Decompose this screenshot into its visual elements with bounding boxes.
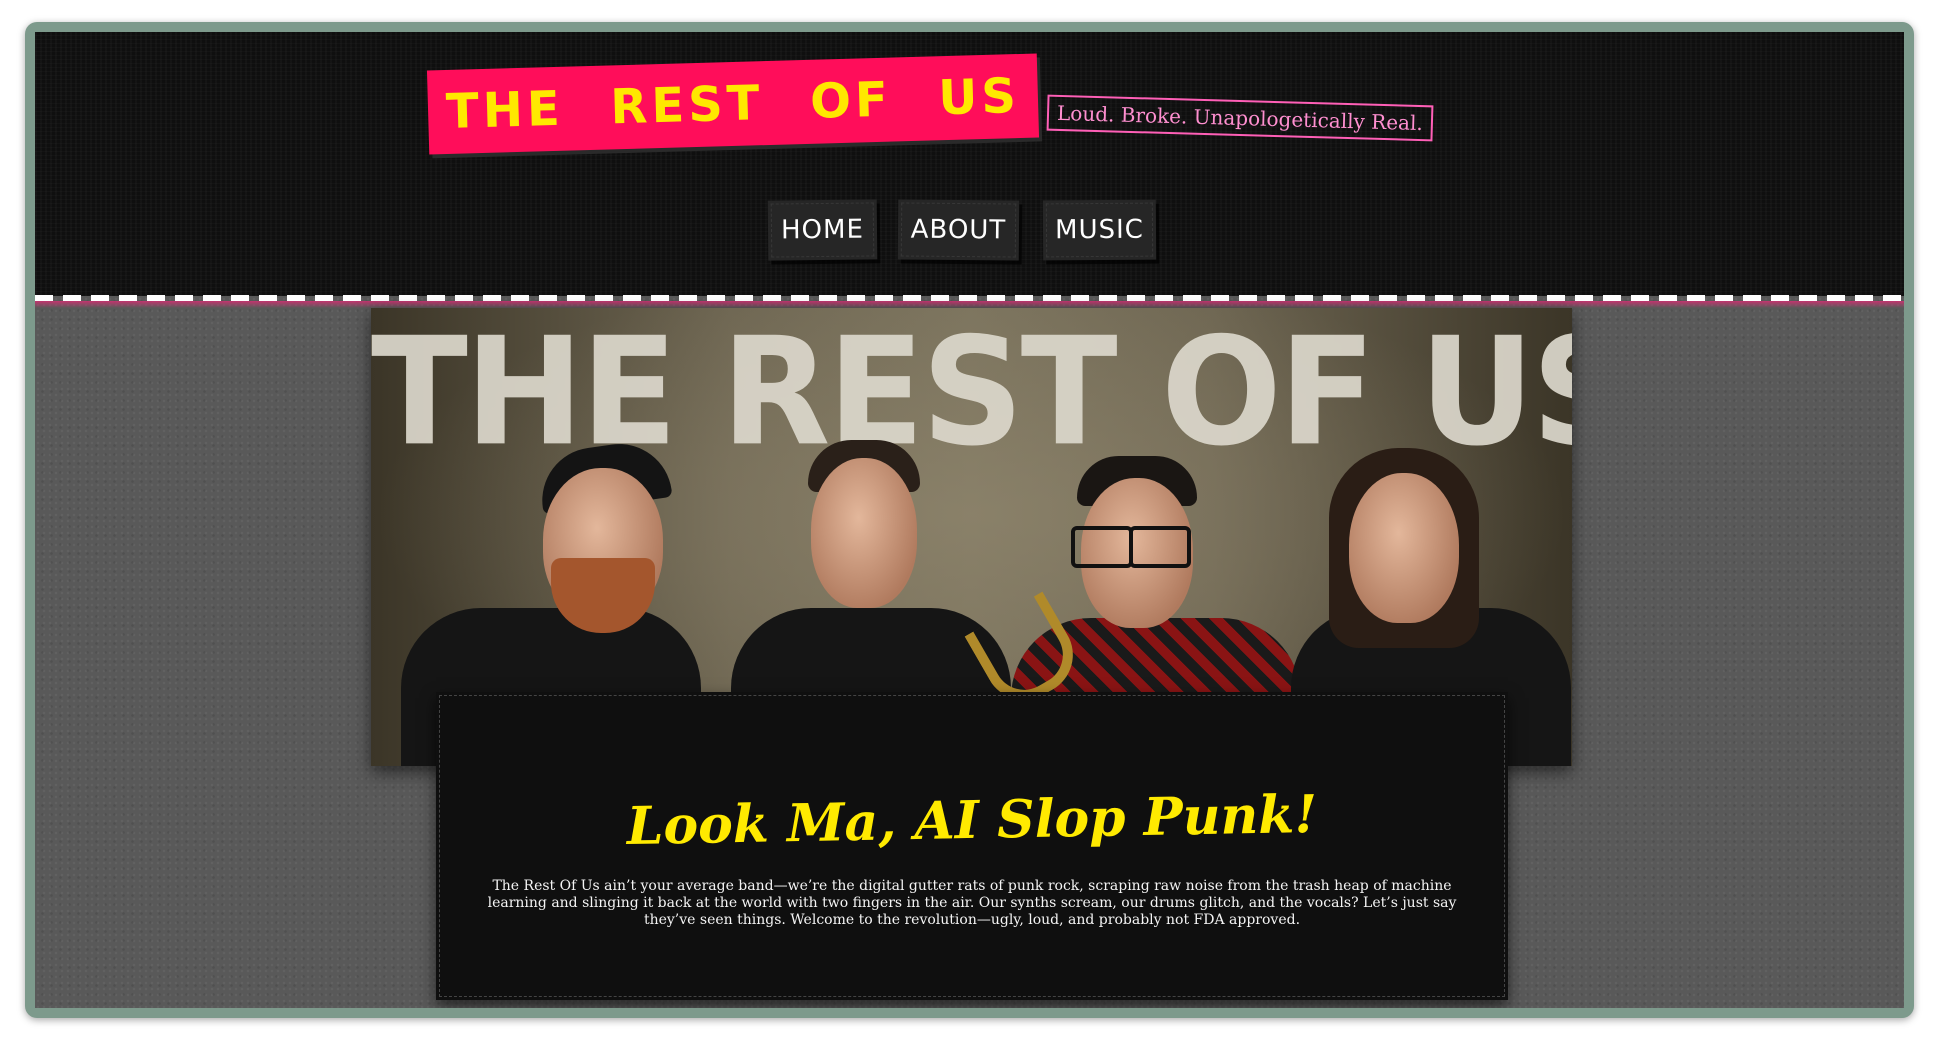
nav-music[interactable]: MUSIC: [1042, 199, 1157, 261]
intro-text: The Rest Of Us ain’t your average band—w…: [487, 878, 1457, 928]
site-logo[interactable]: THE REST OF US: [426, 53, 1040, 155]
nav-about[interactable]: ABOUT: [897, 199, 1020, 261]
logo-text: THE REST OF US: [445, 67, 1021, 141]
site-header: THE REST OF US Loud. Broke. Unapologetic…: [35, 32, 1904, 296]
intro-card: Look Ma, AI Slop Punk! The Rest Of Us ai…: [436, 692, 1508, 1000]
browser-frame: THE REST OF US Loud. Broke. Unapologetic…: [25, 22, 1914, 1018]
header-glow: [35, 301, 1904, 308]
intro-heading: Look Ma, AI Slop Punk!: [626, 783, 1318, 858]
site-tagline: Loud. Broke. Unapologetically Real.: [1046, 94, 1434, 142]
nav-home[interactable]: HOME: [767, 199, 878, 261]
page-viewport: THE REST OF US Loud. Broke. Unapologetic…: [35, 32, 1904, 1008]
